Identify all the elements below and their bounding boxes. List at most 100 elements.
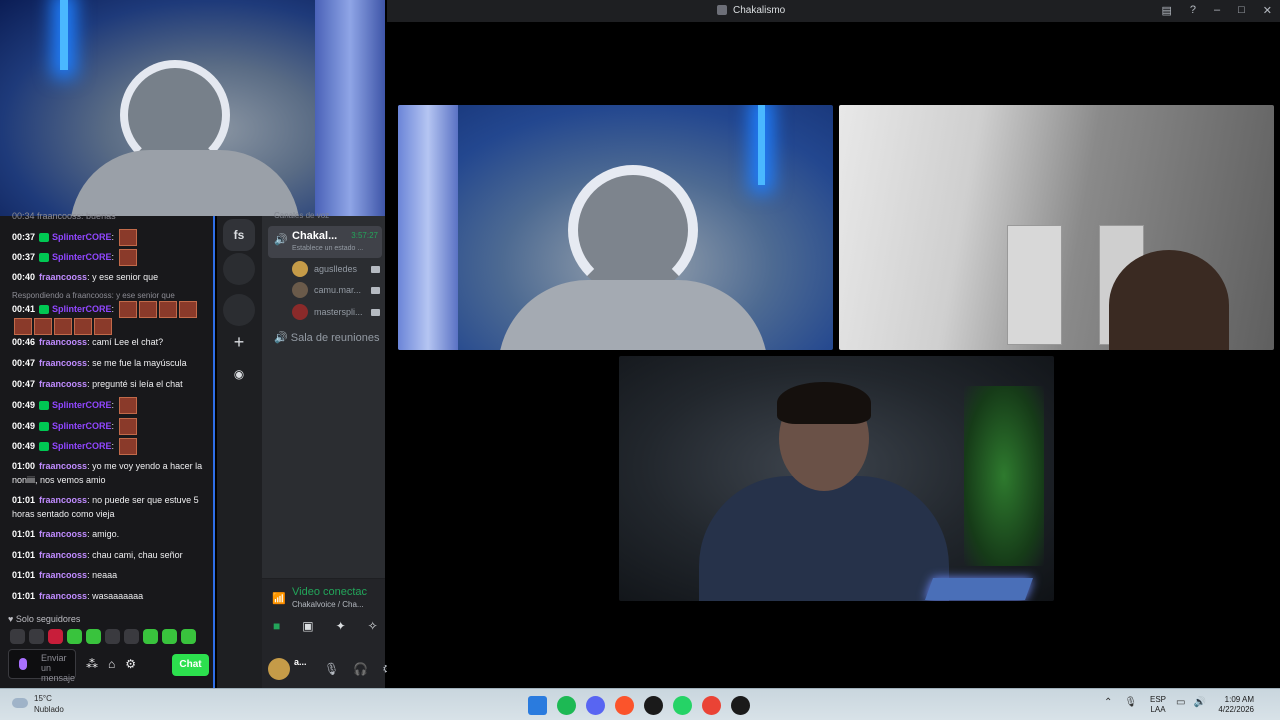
voice-channel-path[interactable]: Chakalvoice / Cha... [292, 600, 364, 609]
sub-badge-icon[interactable] [39, 253, 50, 262]
chat-username[interactable]: fraancooss [39, 570, 87, 580]
emote-icon[interactable] [74, 318, 92, 335]
headphones-icon[interactable]: 🎧 [353, 662, 368, 676]
settings-icon[interactable]: ⚙ [125, 657, 136, 671]
webcam-overlay [0, 0, 385, 216]
app-icon[interactable] [731, 696, 750, 715]
chat-username[interactable]: SplinterCORE [52, 400, 112, 410]
brave-icon[interactable] [615, 696, 634, 715]
chat-message: 01:01 fraancooss: wasaaaaaaa [12, 591, 144, 601]
signal-icon[interactable]: 📶 [272, 592, 286, 605]
avatar[interactable] [268, 658, 290, 680]
chrome-icon[interactable] [702, 696, 721, 715]
emote-icon[interactable] [94, 318, 112, 335]
sub-badge-icon[interactable] [39, 422, 50, 431]
chat-send-button[interactable]: Chat [172, 654, 209, 676]
video-tile-2[interactable] [839, 105, 1274, 350]
avatar[interactable] [292, 304, 308, 320]
sub-badge-icon[interactable] [39, 305, 50, 314]
chat-message: 00:46 fraancooss: camí Lee el chat? [12, 337, 164, 347]
emote-icon[interactable] [158, 301, 177, 318]
emote-icon[interactable] [138, 301, 157, 318]
channel-list: Canales de voz 🔊 Chakal... 3:57:27 Estab… [262, 211, 393, 688]
chat-username[interactable]: SplinterCORE [52, 421, 112, 431]
chat-username[interactable]: fraancooss [39, 379, 87, 389]
chat-username[interactable]: fraancooss [39, 550, 87, 560]
emote-icon[interactable] [118, 438, 137, 455]
chat-username[interactable]: fraancooss [39, 591, 87, 601]
chat-message: 00:37 SplinterCORE: [12, 229, 207, 246]
sub-badge-icon[interactable] [39, 233, 50, 242]
mic-icon[interactable]: 🎙 [324, 662, 339, 676]
spotify-icon[interactable] [557, 696, 576, 715]
server-fs[interactable]: fs [223, 219, 255, 251]
emote-icon[interactable] [118, 418, 137, 435]
close-button[interactable]: ✕ [1263, 4, 1272, 17]
voice-member[interactable]: camu.mar... [292, 281, 382, 299]
cloud-icon[interactable] [12, 698, 28, 708]
maximize-button[interactable]: □ [1238, 4, 1245, 17]
mic-icon[interactable]: 🎙 [1124, 697, 1137, 708]
emote-icon[interactable] [54, 318, 72, 335]
channel-meeting-room[interactable]: 🔊 Sala de reuniones [274, 331, 379, 344]
server-folder-1[interactable] [223, 253, 255, 285]
sub-badge-icon[interactable] [39, 442, 50, 451]
mic-icon[interactable] [19, 658, 27, 670]
chat-username[interactable]: fraancooss [39, 272, 87, 282]
voice-member[interactable]: masterspli... [292, 303, 382, 321]
minimize-button[interactable]: – [1214, 4, 1220, 17]
chat-username[interactable]: fraancooss [39, 529, 87, 539]
add-server-icon[interactable]: + [223, 326, 255, 358]
bits-icon[interactable]: ⁂ [86, 657, 98, 671]
windows-start-icon[interactable] [528, 696, 547, 715]
inbox-icon[interactable]: ▤ [1161, 4, 1171, 17]
chat-username[interactable]: fraancooss [39, 358, 87, 368]
emote-icon[interactable] [178, 301, 197, 318]
store-icon[interactable]: ⌂ [108, 657, 115, 671]
sub-badge-icon[interactable] [39, 401, 50, 410]
emote-icon[interactable] [118, 229, 137, 246]
chat-message: 00:47 fraancooss: se me fue la mayúscula [12, 358, 187, 368]
video-tile-1[interactable] [398, 105, 833, 350]
title-bar: Chakalismo ▤ ? – □ ✕ [387, 0, 1280, 22]
chat-username[interactable]: SplinterCORE [52, 441, 112, 451]
weather-temp[interactable]: 15°C [34, 694, 52, 703]
taskbar: 15°C Nublado ⌃ 🎙 ESP LAA ▭ 🔊 1:09 AM 4/22/… [0, 688, 1280, 720]
followers-only-label: ♥ Solo seguidores [8, 614, 81, 624]
chat-username[interactable]: SplinterCORE [52, 304, 112, 314]
emote-icon[interactable] [118, 397, 137, 414]
emote-bar[interactable] [10, 629, 196, 644]
chat-username[interactable]: fraancooss [39, 461, 87, 471]
activities-icon[interactable]: ✦ [336, 619, 346, 633]
screen-share-icon[interactable]: ▣ [302, 619, 313, 633]
volume-icon[interactable]: 🔊 [1193, 697, 1205, 708]
avatar[interactable] [292, 261, 308, 277]
chat-message-input[interactable]: Enviar un mensaje [8, 649, 76, 683]
help-icon[interactable]: ? [1190, 4, 1196, 17]
weather-desc[interactable]: Nublado [34, 705, 64, 714]
emote-icon[interactable] [118, 249, 137, 266]
voice-channel-active[interactable]: 🔊 Chakal... 3:57:27 Establece un estado … [268, 226, 382, 258]
obs-icon[interactable] [644, 696, 663, 715]
avatar[interactable] [292, 282, 308, 298]
voice-member[interactable]: aguslledes [292, 260, 382, 278]
chat-username[interactable]: SplinterCORE [52, 232, 112, 242]
chevron-up-icon[interactable]: ⌃ [1104, 697, 1112, 708]
explore-icon[interactable]: ◉ [223, 358, 255, 390]
chat-username[interactable]: fraancooss [39, 495, 87, 505]
emote-icon[interactable] [14, 318, 32, 335]
chat-username[interactable]: fraancooss [39, 337, 87, 347]
video-tile-3[interactable] [619, 356, 1054, 601]
server-folder-2[interactable] [223, 294, 255, 326]
chat-username[interactable]: SplinterCORE [52, 252, 112, 262]
network-icon[interactable]: ▭ [1176, 697, 1185, 708]
emote-icon[interactable] [34, 318, 52, 335]
camera-icon[interactable]: ■ [273, 619, 280, 633]
clock[interactable]: 1:09 AM 4/22/2026 [1208, 695, 1254, 715]
soundboard-icon[interactable]: ✧ [368, 619, 378, 633]
discord-icon[interactable] [586, 696, 605, 715]
chat-message: 01:01 fraancooss: neaaa [12, 570, 118, 580]
emote-icon[interactable] [118, 301, 137, 318]
language-indicator[interactable]: ESP LAA [1150, 695, 1166, 715]
whatsapp-icon[interactable] [673, 696, 692, 715]
